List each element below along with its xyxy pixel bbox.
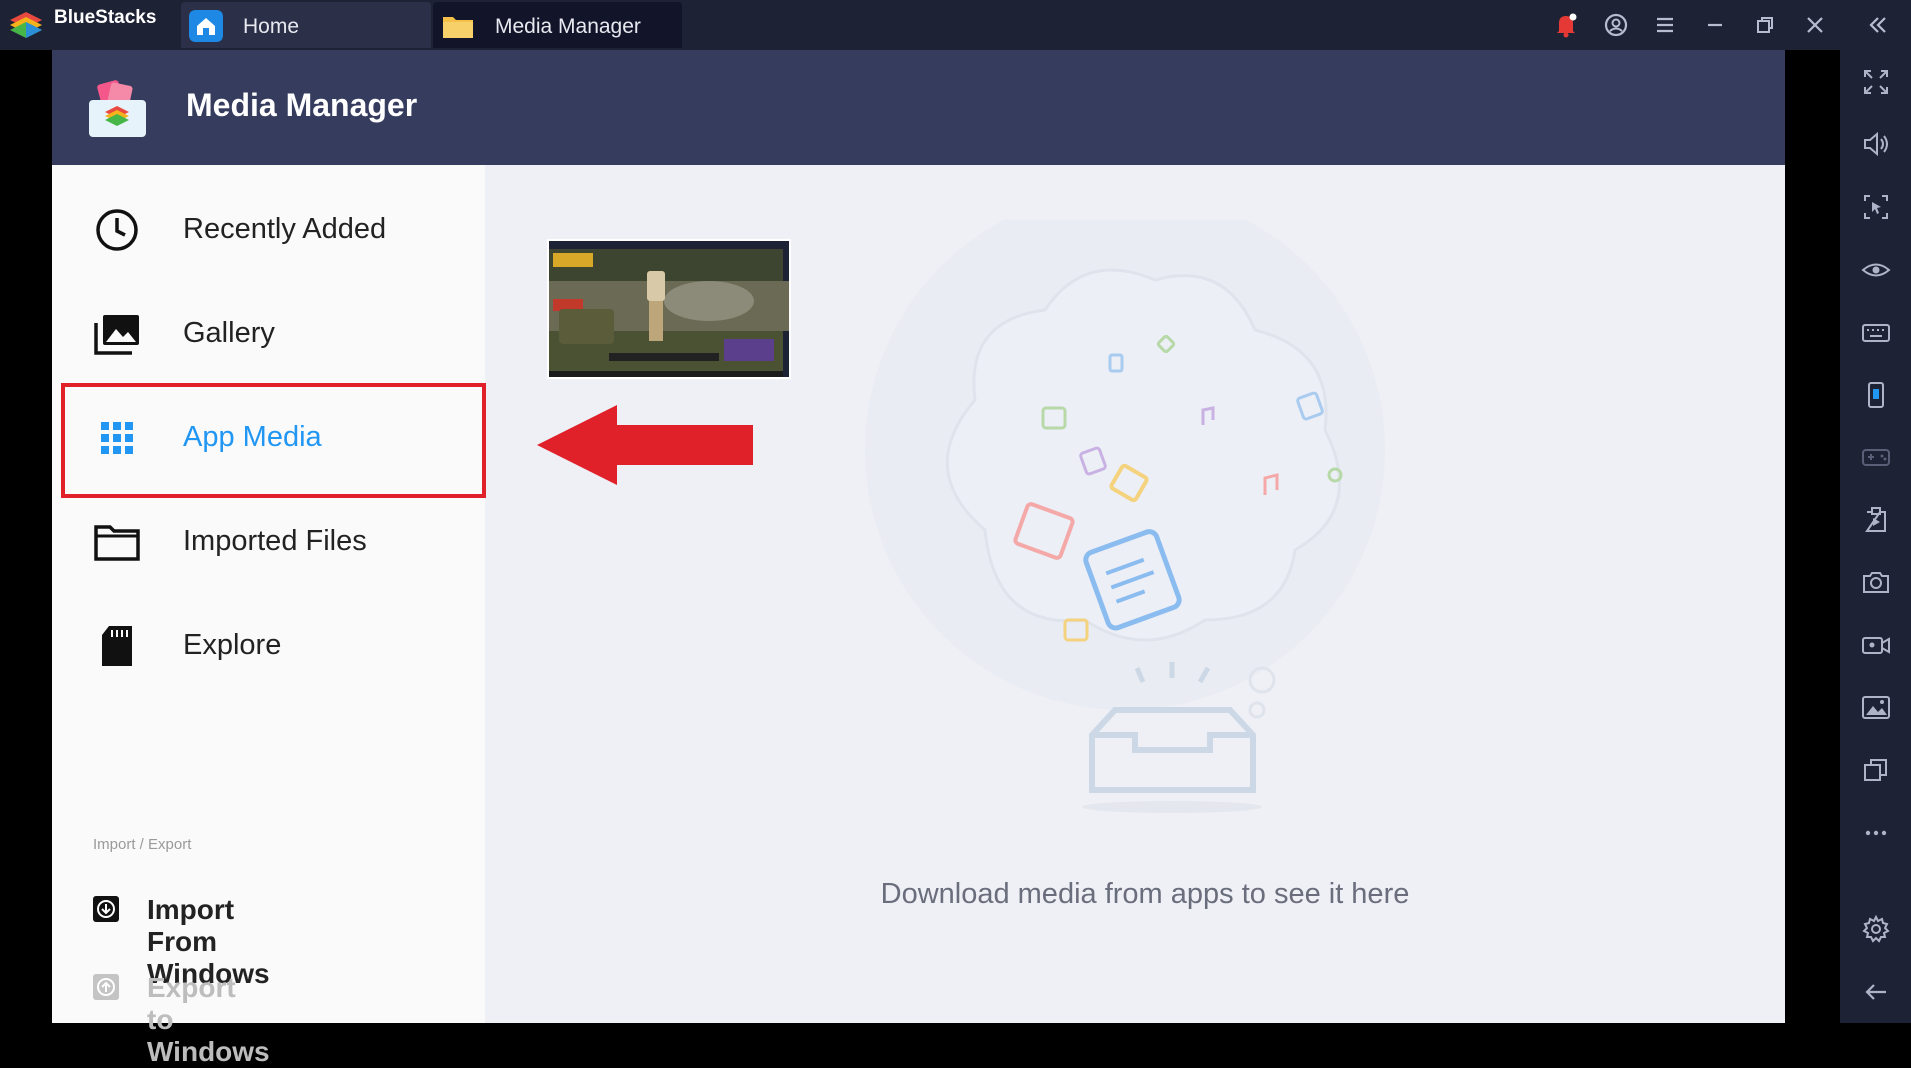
record-video-icon[interactable] [1860, 629, 1892, 661]
bluestacks-logo-icon [10, 12, 42, 38]
gallery-icon [94, 315, 139, 355]
sidebar-item-label: Explore [183, 629, 282, 661]
sidebar-item-label: Gallery [183, 317, 275, 349]
minimize-icon[interactable] [1700, 10, 1730, 40]
title-bar: BlueStacks Home Media Manager [0, 0, 1911, 50]
notification-bell-icon[interactable] [1551, 10, 1581, 40]
pointer-lock-icon[interactable] [1860, 191, 1892, 223]
sidebar-item-recently-added[interactable]: Recently Added [52, 177, 485, 281]
sidebar-item-label: Recently Added [183, 213, 387, 245]
install-apk-icon[interactable] [1860, 504, 1892, 536]
media-gallery-icon[interactable] [1860, 691, 1892, 723]
tab-home[interactable]: Home [181, 2, 431, 48]
media-thumbnail[interactable] [547, 239, 791, 379]
fullscreen-icon[interactable] [1860, 66, 1892, 98]
menu-icon[interactable] [1650, 10, 1680, 40]
media-manager-logo-icon [89, 80, 146, 137]
right-toolbar [1840, 50, 1911, 1023]
sidebar-item-gallery[interactable]: Gallery [52, 281, 485, 385]
tab-media-manager-label: Media Manager [495, 15, 641, 38]
import-icon [93, 896, 119, 922]
eye-icon[interactable] [1860, 254, 1892, 286]
import-export-caption: Import / Export [93, 836, 192, 853]
more-options-icon[interactable] [1860, 817, 1892, 849]
game-screenshot-image [549, 241, 789, 377]
folder-icon [443, 17, 473, 38]
gamepad-icon [1862, 449, 1890, 466]
sidebar-item-imported-files[interactable]: Imported Files [52, 489, 485, 593]
empty-state-message: Download media from apps to see it here [880, 878, 1410, 910]
folder-icon [94, 525, 140, 561]
restore-icon[interactable] [1750, 10, 1780, 40]
keyboard-icon[interactable] [1860, 316, 1892, 348]
settings-gear-icon[interactable] [1860, 913, 1892, 945]
media-content-area: Download media from apps to see it here [485, 165, 1785, 1023]
rotate-device-icon[interactable] [1860, 379, 1892, 411]
media-sidebar: Recently Added Gallery App Media Importe… [52, 165, 485, 1067]
page-title: Media Manager [186, 87, 418, 123]
app-name: BlueStacks [54, 7, 157, 28]
multi-instance-icon[interactable] [1860, 754, 1892, 786]
empty-state-illustration [865, 220, 1385, 813]
export-icon [93, 974, 119, 1000]
back-arrow-icon[interactable] [1860, 976, 1892, 1008]
volume-icon[interactable] [1860, 128, 1892, 160]
sd-card-icon [102, 626, 132, 666]
screenshot-camera-icon[interactable] [1860, 566, 1892, 598]
sidebar-item-explore[interactable]: Explore [52, 593, 485, 697]
clock-icon [96, 209, 138, 251]
home-icon [189, 10, 223, 42]
collapse-sidebar-icon[interactable] [1862, 10, 1892, 40]
close-icon[interactable] [1800, 10, 1830, 40]
export-label: Export to Windows [147, 972, 270, 1067]
red-arrow-annotation [537, 405, 753, 485]
media-manager-header: Media Manager [52, 50, 1785, 165]
tab-home-label: Home [243, 15, 300, 38]
app-media-highlight-box [61, 383, 486, 498]
tab-media-manager[interactable]: Media Manager [433, 2, 682, 48]
account-icon[interactable] [1601, 10, 1631, 40]
sidebar-item-label: Imported Files [183, 525, 367, 557]
